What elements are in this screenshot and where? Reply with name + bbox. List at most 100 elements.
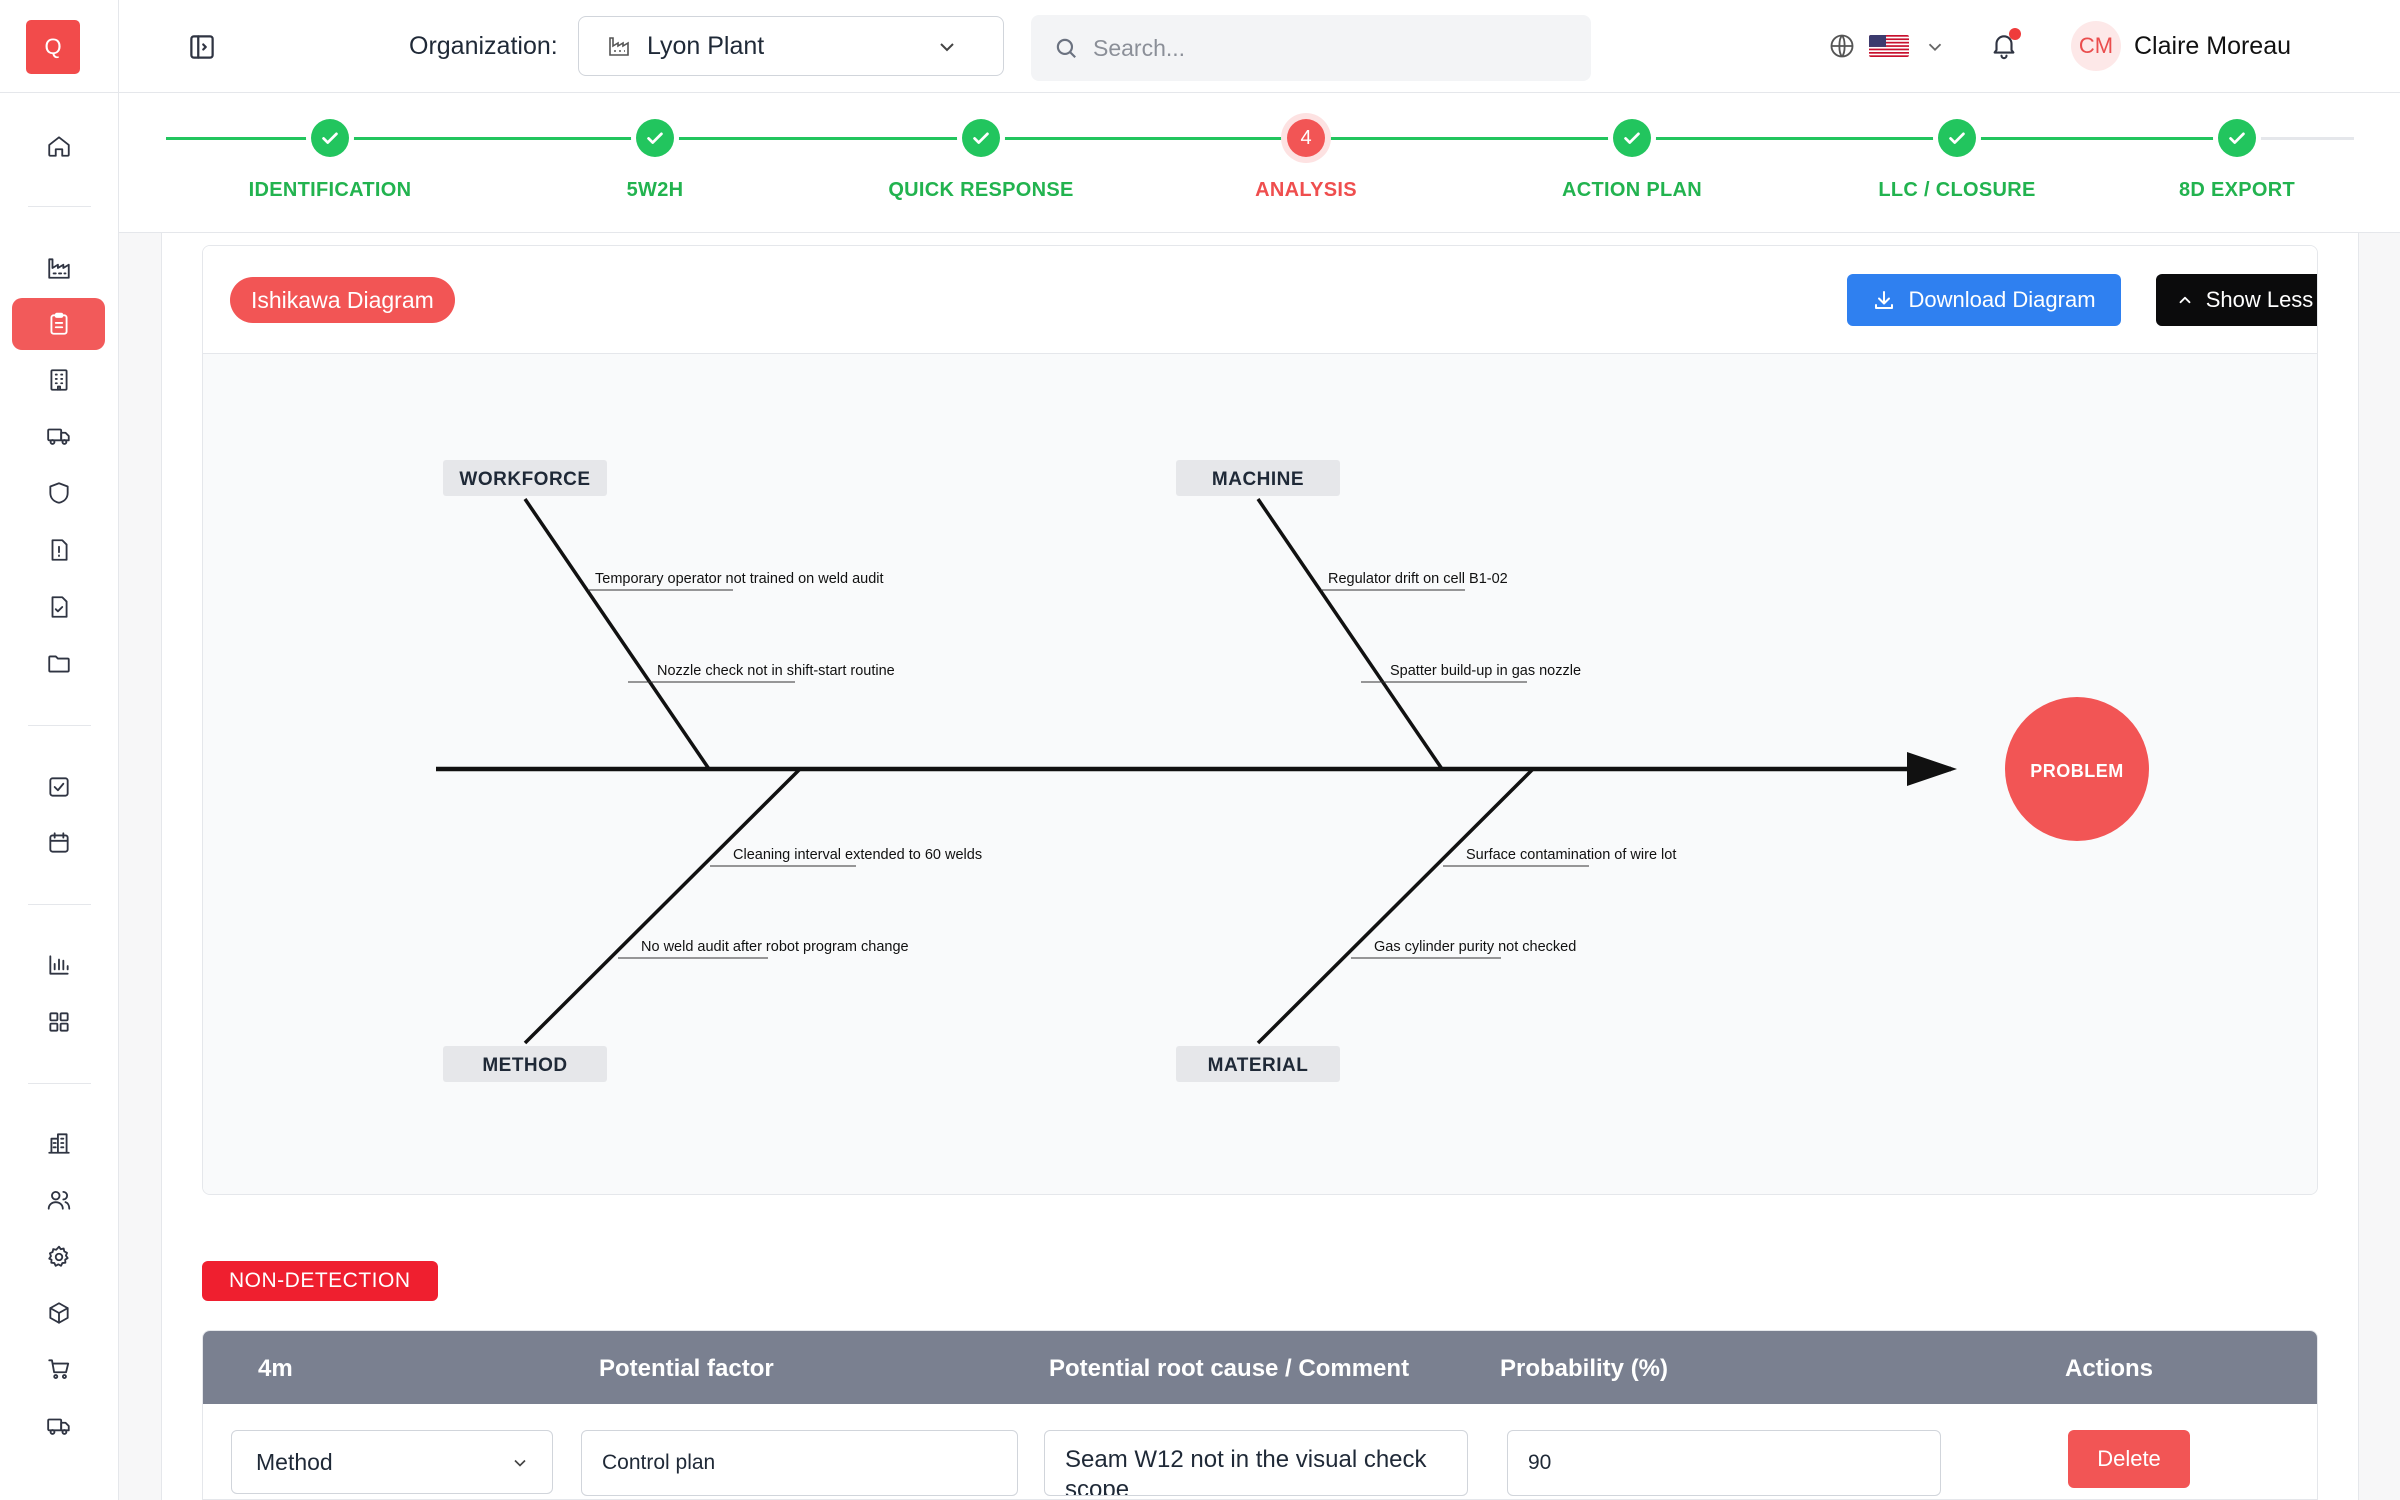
search-input[interactable]: [1093, 34, 1573, 62]
show-less-label: Show Less: [2205, 287, 2314, 312]
spine-arrowhead: [1907, 752, 1957, 786]
factory-icon[interactable]: [12, 242, 105, 294]
organization-value: Lyon Plant: [647, 31, 765, 60]
cause-label: Cleaning interval extended to 60 welds: [733, 847, 982, 863]
clipboard-icon[interactable]: [12, 298, 105, 350]
check-icon: [322, 132, 338, 144]
main-content: Ishikawa Diagram Download Diagram Show L…: [161, 233, 2359, 1500]
organization-label: Organization:: [409, 32, 558, 60]
sidebar-divider: [28, 904, 91, 905]
progress-stepper: IDENTIFICATION 5W2H QUICK RESPONSE 4 ANALYSI…: [119, 93, 2400, 233]
step-label[interactable]: LLC / CLOSURE: [1878, 179, 2035, 202]
column-header: Probability (%): [1500, 1355, 1669, 1382]
organization-select[interactable]: Lyon Plant: [578, 16, 1004, 76]
cause-label: Gas cylinder purity not checked: [1374, 939, 1576, 955]
grid-icon[interactable]: [12, 996, 105, 1048]
alert-file-icon[interactable]: [12, 524, 105, 576]
step-label[interactable]: ACTION PLAN: [1562, 179, 1702, 202]
sidebar-toggle-icon[interactable]: [185, 30, 219, 64]
download-icon: [1875, 291, 1894, 309]
download-diagram-button[interactable]: Download Diagram: [1847, 274, 2121, 326]
stepper-line: [981, 137, 2237, 140]
bone-method: [523, 767, 802, 1045]
potential-factor-input[interactable]: [581, 1430, 1018, 1496]
check-icon: [1624, 132, 1640, 144]
probability-input[interactable]: [1507, 1430, 1941, 1496]
language-globe-icon[interactable]: [1828, 32, 1856, 60]
cube-icon[interactable]: [12, 1287, 105, 1339]
gear-icon[interactable]: [12, 1231, 105, 1283]
bone-workforce: [523, 498, 711, 770]
home-icon[interactable]: [12, 120, 105, 172]
step-analysis-circle[interactable]: 4: [1287, 119, 1325, 157]
root-cause-textarea[interactable]: Seam W12 not in the visual check scope: [1044, 1430, 1468, 1496]
notification-bell-icon[interactable]: [1989, 28, 2021, 62]
delete-button[interactable]: Delete: [2068, 1430, 2190, 1488]
category-select[interactable]: Method: [231, 1430, 553, 1494]
chevron-up-icon: [2179, 296, 2191, 304]
folder-icon[interactable]: [12, 638, 105, 690]
sidebar-divider: [28, 206, 91, 207]
stepper-line: [166, 137, 981, 140]
check-icon: [647, 132, 663, 144]
chevron-down-icon: [940, 43, 954, 52]
bone-machine: [1256, 498, 1444, 770]
cause-label: Nozzle check not in shift-start routine: [657, 663, 895, 679]
step-8d-export-circle[interactable]: [2218, 119, 2256, 157]
building-icon[interactable]: [12, 354, 105, 406]
check-icon: [2229, 132, 2245, 144]
user-name[interactable]: Claire Moreau: [2134, 32, 2291, 61]
top-bar: Organization: Lyon Plant CM Claire Morea…: [119, 0, 2400, 93]
step-5w2h-circle[interactable]: [636, 119, 674, 157]
bone-material: [1256, 767, 1535, 1045]
show-less-button[interactable]: Show Less: [2156, 274, 2317, 326]
shield-icon[interactable]: [12, 467, 105, 519]
step-label[interactable]: 8D EXPORT: [2179, 179, 2295, 202]
category-label-machine: MACHINE: [1212, 469, 1304, 490]
us-flag-icon[interactable]: [1869, 35, 1909, 57]
cause-label: Surface contamination of wire lot: [1466, 847, 1676, 863]
step-label[interactable]: 5W2H: [627, 179, 684, 202]
step-llc-closure-circle[interactable]: [1938, 119, 1976, 157]
download-diagram-label: Download Diagram: [1908, 287, 2096, 312]
problem-head-label: PROBLEM: [2030, 761, 2124, 781]
column-header: 4m: [258, 1355, 293, 1382]
ishikawa-diagram: PROBLEM WORKFORCE Temporary operator not…: [203, 354, 2317, 1194]
check-icon: [1949, 132, 1965, 144]
notification-dot: [2009, 28, 2021, 40]
sidebar: Q: [0, 0, 119, 1500]
app-logo[interactable]: Q: [26, 20, 80, 74]
step-identification-circle[interactable]: [311, 119, 349, 157]
bar-chart-icon[interactable]: [12, 939, 105, 991]
check-icon: [973, 132, 989, 144]
avatar[interactable]: CM: [2071, 21, 2121, 71]
cause-label: Regulator drift on cell B1-02: [1328, 571, 1508, 587]
step-label[interactable]: QUICK RESPONSE: [888, 179, 1073, 202]
step-action-plan-circle[interactable]: [1613, 119, 1651, 157]
users-icon[interactable]: [12, 1174, 105, 1226]
cart-icon[interactable]: [12, 1343, 105, 1395]
ishikawa-title: Ishikawa Diagram: [230, 277, 455, 323]
delivery-icon[interactable]: [12, 1400, 105, 1452]
step-label[interactable]: ANALYSIS: [1255, 179, 1357, 202]
check-file-icon[interactable]: [12, 581, 105, 633]
category-label-workforce: WORKFORCE: [459, 469, 590, 490]
calendar-icon[interactable]: [12, 817, 105, 869]
step-quick-response-circle[interactable]: [962, 119, 1000, 157]
chevron-down-icon: [514, 1459, 526, 1467]
column-header: Actions: [2065, 1355, 2154, 1382]
cause-label: Temporary operator not trained on weld a…: [595, 571, 884, 587]
category-label-material: MATERIAL: [1208, 1055, 1309, 1076]
sidebar-divider: [28, 725, 91, 726]
office-icon[interactable]: [12, 1117, 105, 1169]
chevron-down-icon[interactable]: [1924, 36, 1946, 58]
step-label[interactable]: IDENTIFICATION: [249, 179, 412, 202]
table-row: Method Seam W12 not in the visual check …: [203, 1404, 2317, 1499]
category-select-value: Method: [256, 1448, 333, 1475]
card-header: Ishikawa Diagram Download Diagram Show L…: [203, 246, 2317, 354]
factory-icon: [609, 37, 629, 56]
category-label-method: METHOD: [482, 1055, 567, 1076]
truck-icon[interactable]: [12, 410, 105, 462]
search-box[interactable]: [1031, 15, 1591, 81]
checkbox-icon[interactable]: [12, 761, 105, 813]
